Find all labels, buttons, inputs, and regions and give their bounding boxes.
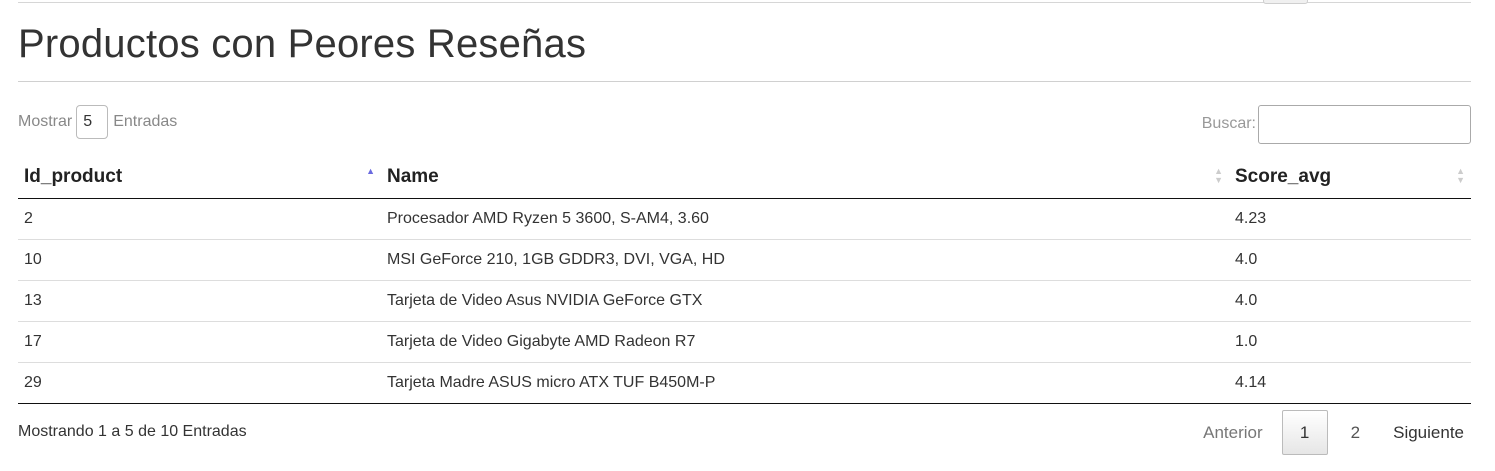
table-row: 10 MSI GeForce 210, 1GB GDDR3, DVI, VGA,…: [18, 239, 1471, 281]
sort-both-icon: ▲ ▼: [1214, 166, 1223, 185]
table-row: 2 Procesador AMD Ryzen 5 3600, S-AM4, 3.…: [18, 198, 1471, 240]
column-header-name[interactable]: Name ▲ ▼: [381, 156, 1229, 199]
cell-name: Procesador AMD Ryzen 5 3600, S-AM4, 3.60: [381, 198, 1229, 240]
cell-id: 2: [18, 198, 381, 240]
length-label-before: Mostrar: [18, 113, 73, 130]
cell-id: 13: [18, 280, 381, 322]
column-header-label: Id_product: [24, 165, 123, 187]
cell-score: 4.14: [1229, 362, 1471, 404]
table-body: 2 Procesador AMD Ryzen 5 3600, S-AM4, 3.…: [18, 198, 1471, 404]
column-header-score-avg[interactable]: Score_avg ▲ ▼: [1229, 156, 1471, 199]
table-header: Id_product ▲▼ Name ▲▼ Score_avg ▲▼: [18, 156, 1471, 199]
cell-id: 10: [18, 239, 381, 281]
table-info: Mostrando 1 a 5 de 10 Entradas: [18, 423, 247, 440]
table-row: 13 Tarjeta de Video Asus NVIDIA GeForce …: [18, 280, 1471, 322]
cell-name: Tarjeta de Video Gigabyte AMD Radeon R7: [381, 321, 1229, 363]
column-header-label: Score_avg: [1235, 165, 1332, 187]
cell-score: 1.0: [1229, 321, 1471, 363]
sort-ascending-icon: ▲▼: [366, 166, 375, 176]
cell-name: Tarjeta Madre ASUS micro ATX TUF B450M-P: [381, 362, 1229, 404]
cell-name: MSI GeForce 210, 1GB GDDR3, DVI, VGA, HD: [381, 239, 1229, 281]
top-divider: [18, 2, 1471, 3]
cell-name: Tarjeta de Video Asus NVIDIA GeForce GTX: [381, 280, 1229, 322]
cell-score: 4.0: [1229, 280, 1471, 322]
length-label-after: Entradas: [113, 113, 178, 130]
title-divider: [18, 81, 1471, 82]
page-button-2[interactable]: 2: [1338, 410, 1373, 455]
next-page-button[interactable]: Siguiente: [1373, 410, 1477, 455]
table-row: 29 Tarjeta Madre ASUS micro ATX TUF B450…: [18, 362, 1471, 404]
cell-score: 4.0: [1229, 239, 1471, 281]
entries-per-page-select[interactable]: [76, 105, 109, 139]
search-input[interactable]: [1258, 104, 1471, 144]
search-label: Buscar:: [1201, 115, 1256, 132]
previous-section-button-edge[interactable]: [1263, 0, 1308, 4]
pagination: Anterior 1 2 Siguiente: [1190, 410, 1477, 455]
cell-score: 4.23: [1229, 198, 1471, 240]
page-title: Productos con Peores Reseñas: [18, 22, 587, 66]
previous-page-button[interactable]: Anterior: [1190, 410, 1272, 455]
column-header-id-product[interactable]: Id_product ▲▼: [18, 156, 381, 199]
cell-id: 29: [18, 362, 381, 404]
page-button-1[interactable]: 1: [1281, 410, 1328, 455]
search-control: Buscar:: [1202, 104, 1471, 144]
header-row: Id_product ▲▼ Name ▲▼ Score_avg ▲▼: [18, 156, 1471, 199]
products-table: Id_product ▲▼ Name ▲▼ Score_avg ▲▼ 2 Pro…: [18, 156, 1471, 404]
sort-both-icon: ▲ ▼: [1456, 166, 1465, 185]
table-row: 17 Tarjeta de Video Gigabyte AMD Radeon …: [18, 321, 1471, 363]
column-header-label: Name: [387, 165, 439, 187]
length-control: Mostrar Entradas: [18, 104, 177, 140]
cell-id: 17: [18, 321, 381, 363]
